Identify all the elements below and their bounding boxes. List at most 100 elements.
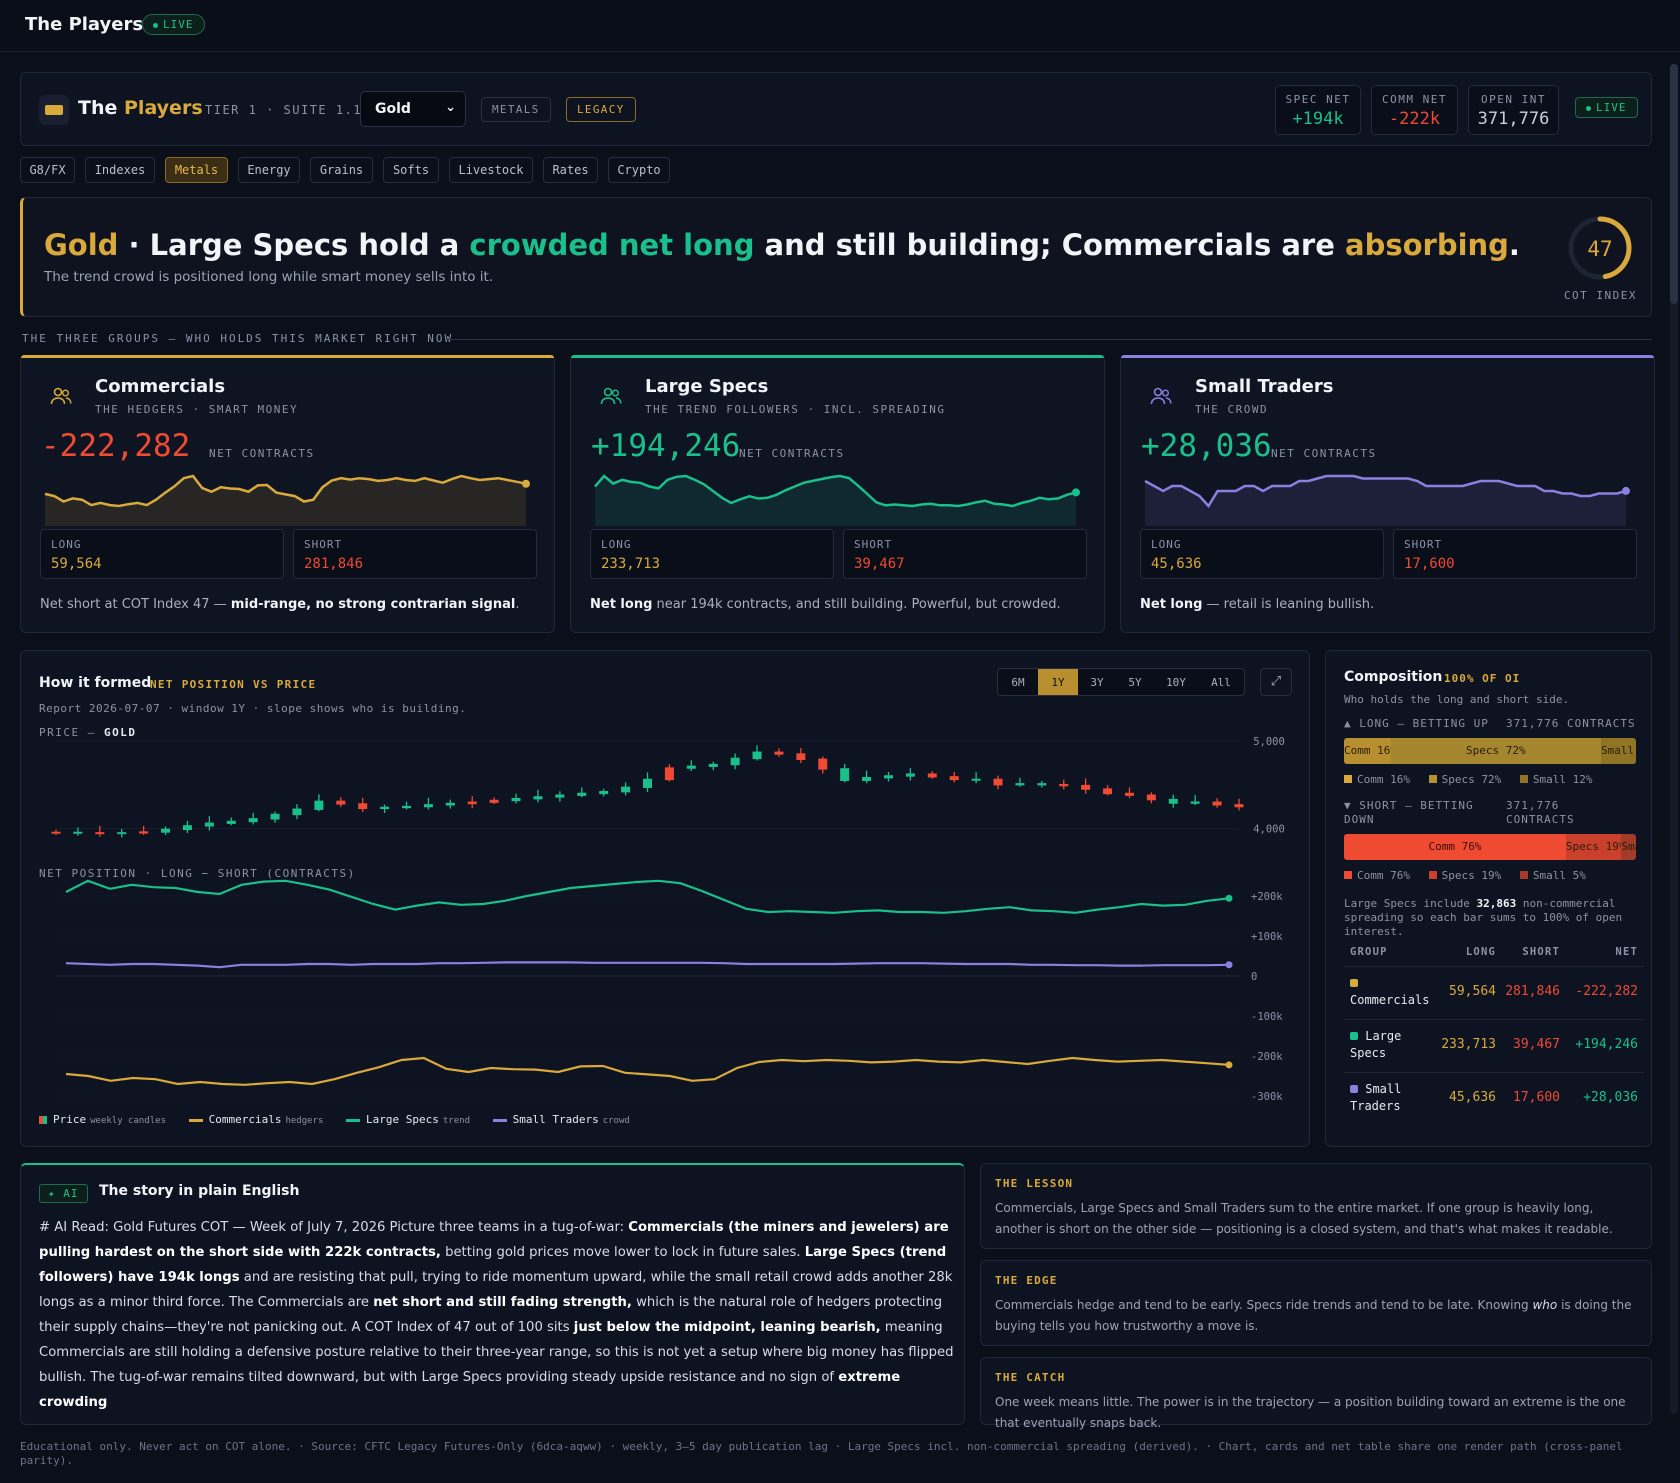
range-all[interactable]: All	[1198, 669, 1244, 695]
tab-crypto[interactable]: Crypto	[608, 157, 670, 183]
hero-p3: and still building; Commercials are	[754, 228, 1345, 262]
stat-spec-net-label: SPEC NET	[1285, 93, 1351, 106]
candle-body	[1037, 783, 1047, 786]
card-accent	[1121, 355, 1654, 358]
expand-icon[interactable]: ⤢	[1260, 668, 1292, 696]
card-note: Net long — retail is leaning bullish.	[1140, 597, 1374, 612]
scrollbar-thumb[interactable]	[1670, 64, 1678, 304]
range-6m[interactable]: 6M	[998, 669, 1038, 695]
tab-rates[interactable]: Rates	[543, 157, 598, 183]
tab-softs[interactable]: Softs	[383, 157, 439, 183]
footer-disclaimer: Educational only. Never act on COT alone…	[20, 1440, 1623, 1467]
candle-body	[577, 792, 587, 796]
legend-small-note: crowd	[602, 1116, 630, 1126]
line-swatch	[346, 1118, 361, 1122]
legend-comm-note: hedgers	[285, 1116, 324, 1126]
composition-title: Composition	[1344, 669, 1443, 685]
short-key-comm: Comm 76%	[1357, 869, 1410, 882]
catch-title: THE CATCH	[995, 1371, 1066, 1384]
candle-body	[883, 775, 893, 779]
candle-body	[599, 790, 609, 795]
segment-comm: Comm 76%	[1344, 834, 1566, 860]
candle-body	[117, 832, 127, 835]
tab-indexes[interactable]: Indexes	[85, 157, 155, 183]
candle-body	[1103, 788, 1113, 795]
long-side-label: ▲ LONG — BETTING UP	[1344, 717, 1489, 730]
long-composition-bar: Comm 16%Specs 72%Small 12%	[1344, 738, 1636, 764]
tab-energy[interactable]: Energy	[238, 157, 300, 183]
short-side-total: 371,776 CONTRACTS	[1506, 799, 1575, 826]
candle-body	[993, 778, 1003, 786]
live-dot-icon	[153, 22, 158, 28]
candle-body	[445, 802, 455, 806]
short-side-label: ▼ SHORT — BETTING DOWN	[1344, 799, 1474, 826]
hero-market: Gold	[44, 228, 119, 262]
legend-price-note: weekly candles	[90, 1116, 166, 1126]
live-badge: LIVE	[142, 14, 205, 35]
tab-livestock[interactable]: Livestock	[449, 157, 533, 183]
users-icon	[1150, 387, 1172, 405]
header-title: The Players	[78, 97, 203, 119]
card-name: Commercials	[95, 376, 226, 397]
long-box: LONG 233,713	[590, 529, 834, 579]
gold-bar-icon	[39, 95, 69, 125]
row-group: Commercials	[1350, 975, 1429, 1009]
card-name: Small Traders	[1195, 376, 1334, 397]
candle-body	[248, 818, 258, 823]
header-title-b: Players	[124, 97, 203, 119]
card-net-unit: NET CONTRACTS	[209, 447, 315, 460]
long-label: LONG	[1151, 538, 1182, 551]
sparkline-area	[1145, 476, 1626, 526]
short-value: 39,467	[854, 556, 905, 572]
card-note: Net long near 194k contracts, and still …	[590, 597, 1061, 612]
long-value: 233,713	[601, 556, 661, 572]
row-net: +194,246	[1575, 1037, 1638, 1052]
price-tick-label: 4,000	[1253, 823, 1285, 835]
group-dot-icon	[1350, 1085, 1358, 1093]
range-10y[interactable]: 10Y	[1154, 669, 1198, 695]
long-label: LONG	[601, 538, 632, 551]
candle-body	[664, 767, 674, 781]
legend-small-traders: Small Traders crowd	[492, 1113, 646, 1126]
hero-p2: crowded net long	[469, 228, 755, 262]
edge-title: THE EDGE	[995, 1274, 1058, 1287]
net-tick-label: +100k	[1251, 931, 1283, 943]
card-subtitle: THE HEDGERS · SMART MONEY	[95, 403, 299, 416]
hero-p1: Large Specs hold a	[149, 228, 470, 262]
tab-grains[interactable]: Grains	[310, 157, 373, 183]
scrollbar[interactable]	[1670, 64, 1678, 1414]
row-net: -222,282	[1575, 984, 1638, 999]
candle-body	[182, 825, 192, 831]
range-3y[interactable]: 3Y	[1078, 669, 1116, 695]
range-1y[interactable]: 1Y	[1038, 669, 1078, 695]
th-group: GROUP	[1350, 946, 1388, 958]
card-accent	[21, 355, 554, 358]
net-tick-label: +200k	[1251, 891, 1283, 903]
market-select[interactable]: Gold ⌄	[360, 91, 466, 127]
candle-body	[1234, 804, 1244, 808]
note-b: mid-range, no strong contrarian signal	[230, 597, 516, 612]
long-value: 45,636	[1151, 556, 1202, 572]
legend-price-name: Price	[53, 1113, 87, 1126]
tab-g8-fx[interactable]: G8/FX	[20, 157, 75, 183]
story-part: betting gold prices move lower to lock i…	[440, 1245, 805, 1260]
range-5y[interactable]: 5Y	[1116, 669, 1154, 695]
hero-subtitle: The trend crowd is positioned long while…	[44, 269, 494, 285]
series-end-dot	[1225, 1061, 1233, 1069]
hero-sep: ·	[118, 228, 150, 262]
th-short: SHORT	[1522, 946, 1560, 958]
candle-body	[796, 753, 806, 760]
card-net-value: +28,036	[1141, 428, 1272, 464]
lesson-card: THE LESSON Commercials, Large Specs and …	[980, 1163, 1652, 1249]
legend-commercials: Commercials hedgers	[188, 1113, 340, 1126]
candle-body	[226, 820, 236, 824]
key-swatch	[1519, 775, 1528, 783]
net-tick-label: -200k	[1251, 1051, 1283, 1063]
series-line-large-specs	[65, 879, 1230, 914]
history-chart-panel: 5,000 4,000 +200k +100k 0 -100k -200k -300k How…	[20, 650, 1310, 1147]
tag-legacy: LEGACY	[566, 97, 636, 122]
card-net-value: +194,246	[591, 428, 741, 464]
lesson-title: THE LESSON	[995, 1177, 1074, 1190]
candle-body	[708, 763, 718, 767]
tab-metals[interactable]: Metals	[165, 157, 228, 183]
